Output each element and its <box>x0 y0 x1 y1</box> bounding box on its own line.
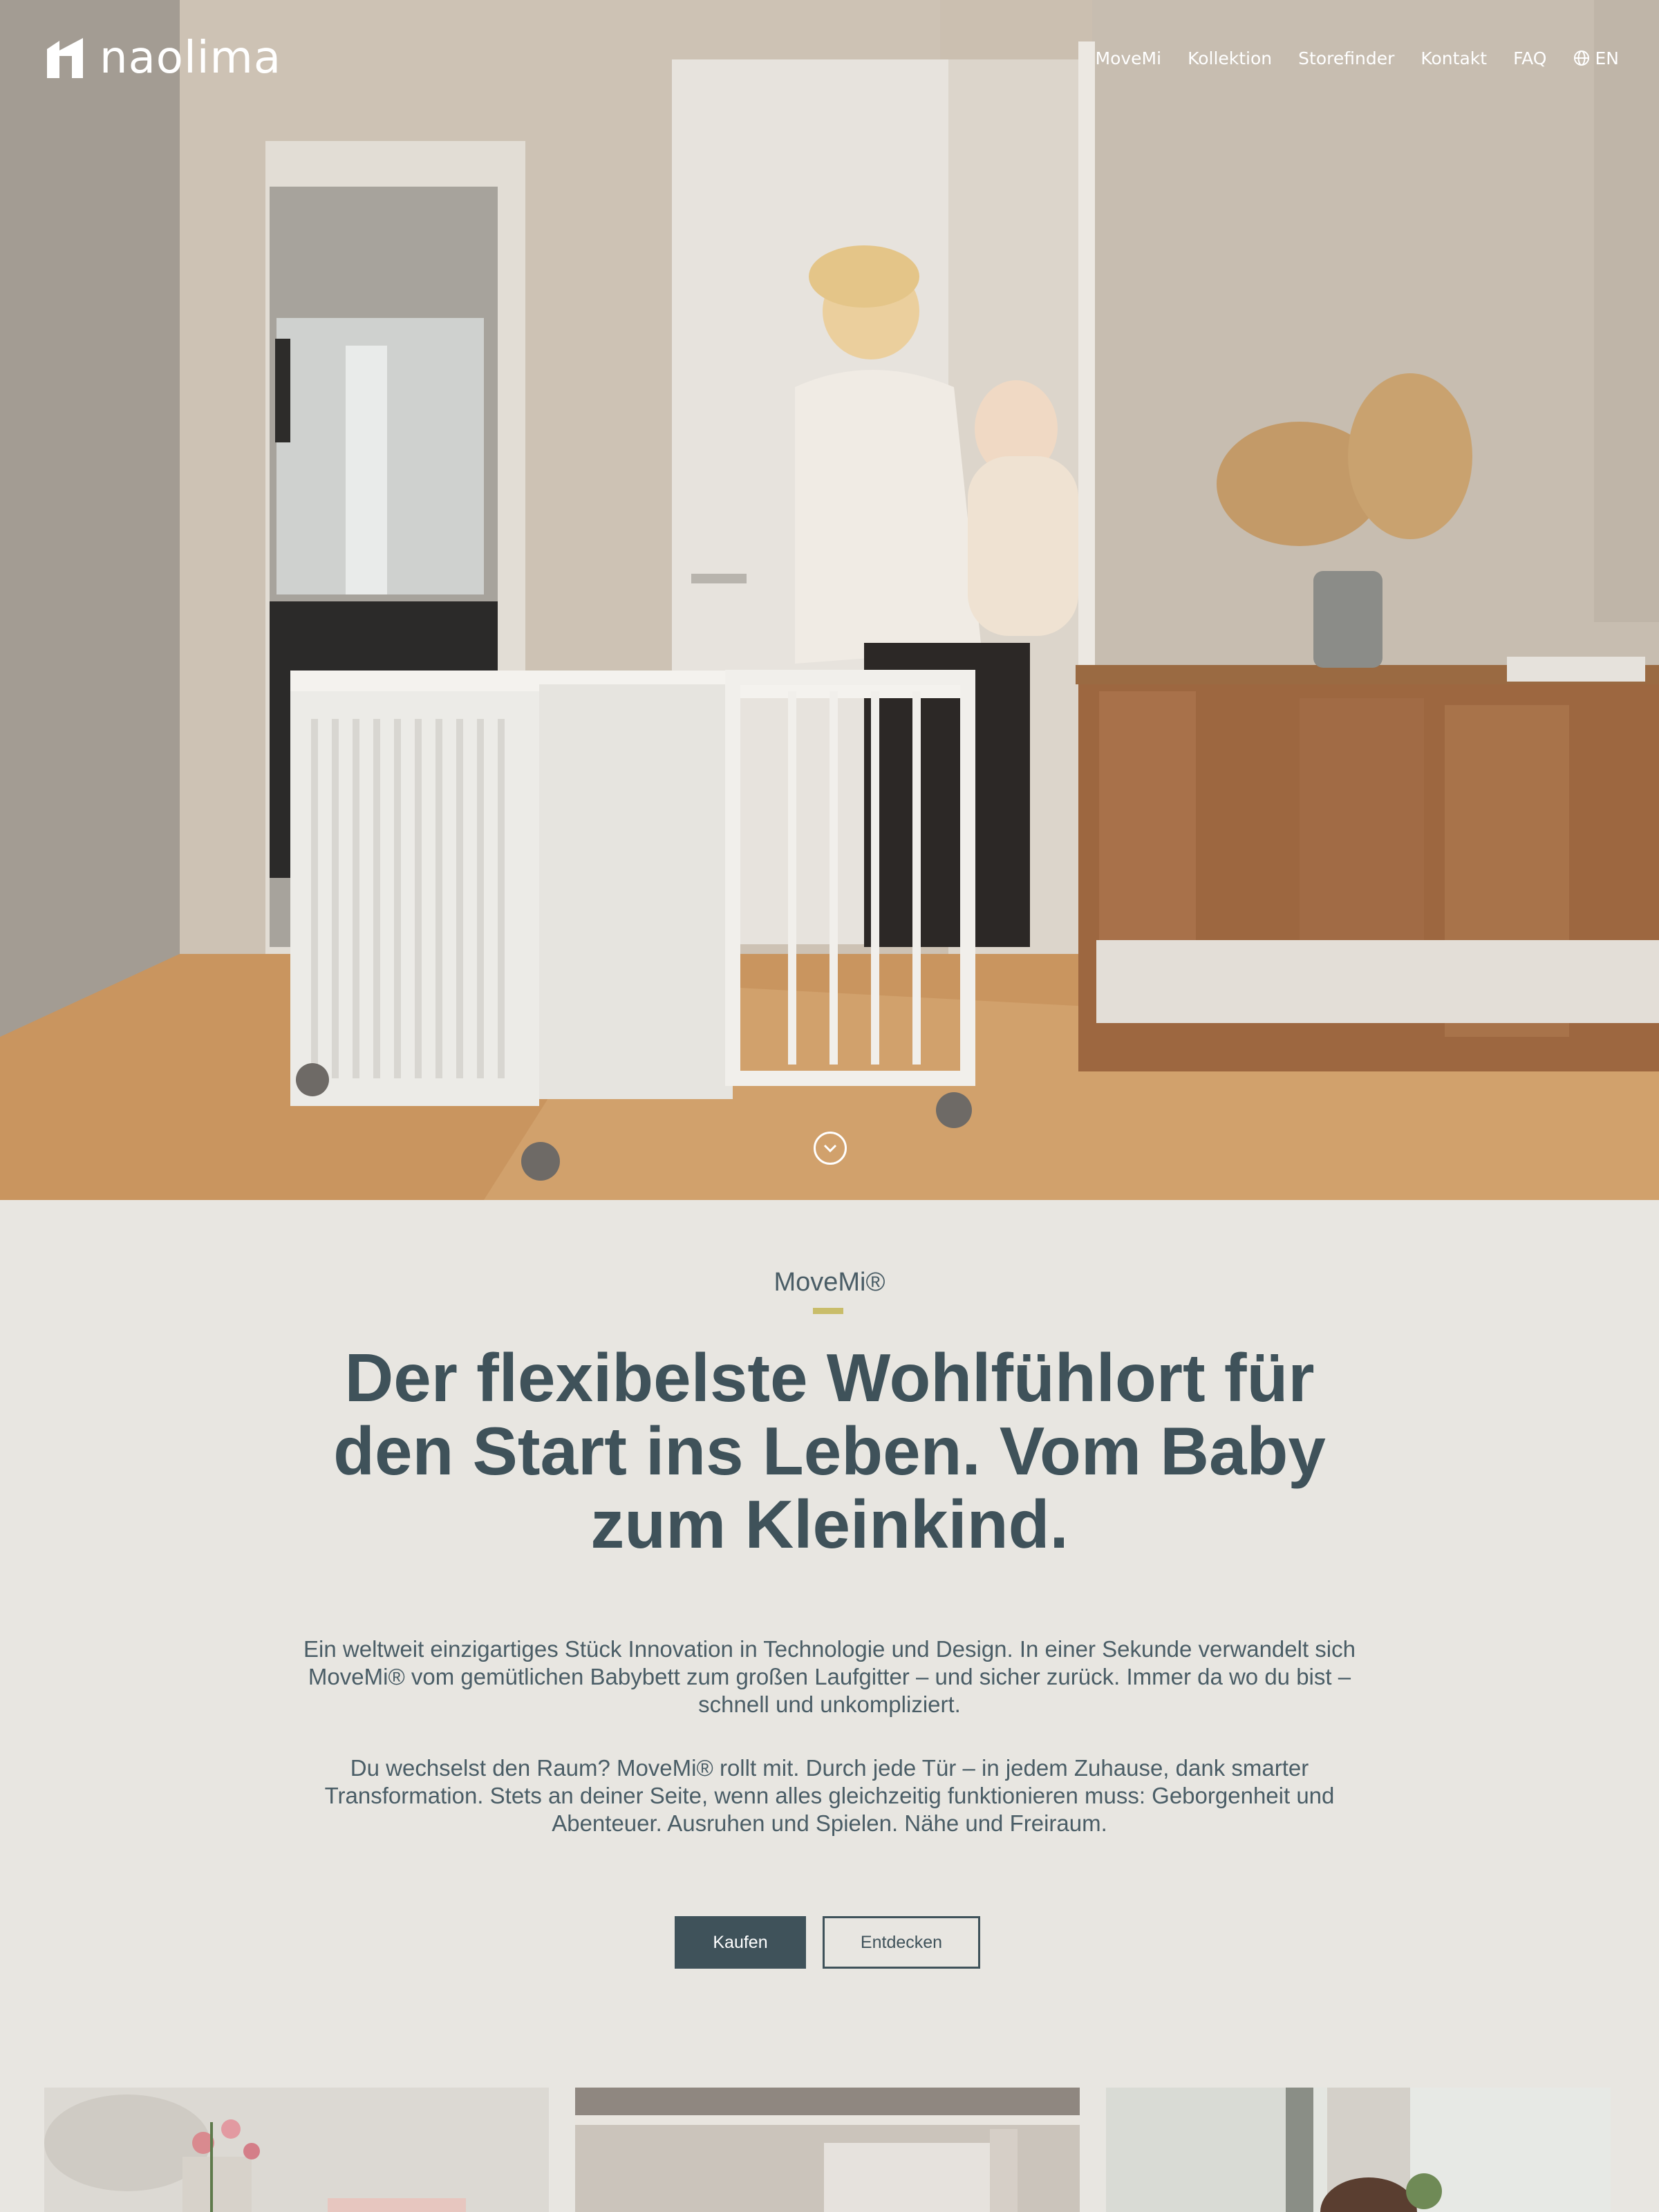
page-headline: Der flexibelste Wohlfühlort für den Star… <box>333 1340 1326 1562</box>
intro-paragraph-2: Du wechselst den Raum? MoveMi® rollt mit… <box>324 1755 1335 1836</box>
language-label: EN <box>1595 48 1620 68</box>
image-tile-3[interactable] <box>1106 2088 1611 2212</box>
intro-paragraph-1: Ein weltweit einzigartiges Stück Innovat… <box>303 1636 1356 1717</box>
main-menu: MoveMi Kollektion Storefinder Kontakt FA… <box>1096 48 1620 68</box>
window-portrait-image <box>1106 2088 1611 2212</box>
hero-image <box>0 0 1659 1200</box>
flowers-image <box>44 2088 549 2212</box>
hero-section: naolima MoveMi Kollektion Storefinder Ko… <box>0 0 1659 1200</box>
nav-item-kontakt[interactable]: Kontakt <box>1421 48 1487 68</box>
discover-button[interactable]: Entdecken <box>823 1916 980 1969</box>
image-tile-2[interactable] <box>575 2088 1080 2212</box>
globe-icon <box>1573 50 1589 66</box>
image-tile-row <box>0 2088 1659 2212</box>
nav-item-movemi[interactable]: MoveMi <box>1096 48 1162 68</box>
brand-name: naolima <box>100 32 282 84</box>
nav-item-storefinder[interactable]: Storefinder <box>1298 48 1394 68</box>
section-eyebrow: MoveMi® <box>774 1268 885 1297</box>
chevron-down-icon <box>823 1144 837 1153</box>
scroll-down-button[interactable] <box>814 1132 847 1165</box>
image-tile-1[interactable] <box>44 2088 549 2212</box>
room-image <box>575 2088 1080 2212</box>
top-navigation: naolima MoveMi Kollektion Storefinder Ko… <box>44 32 1619 84</box>
brand-logo[interactable]: naolima <box>44 32 281 84</box>
nav-item-kollektion[interactable]: Kollektion <box>1188 48 1272 68</box>
language-switcher[interactable]: EN <box>1573 48 1620 68</box>
accent-divider <box>813 1308 843 1314</box>
buy-button[interactable]: Kaufen <box>675 1916 806 1969</box>
nav-item-faq[interactable]: FAQ <box>1513 48 1546 68</box>
intro-section: MoveMi® Der flexibelste Wohlfühlort für … <box>0 1200 1659 2212</box>
naolima-logo-icon <box>47 38 83 78</box>
